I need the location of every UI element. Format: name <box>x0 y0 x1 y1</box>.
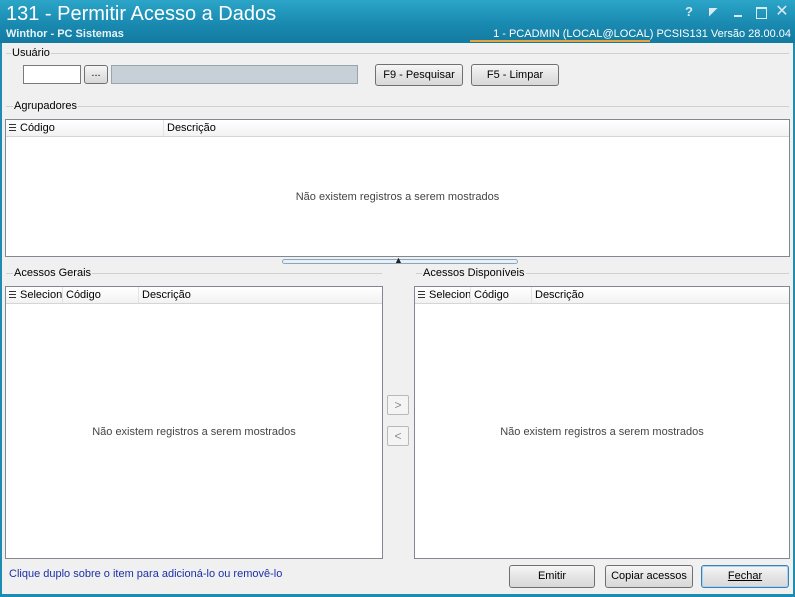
clear-button[interactable]: F5 - Limpar <box>471 64 559 86</box>
acessos-disponiveis-col-descricao[interactable]: Descrição <box>532 287 789 303</box>
restore-icon <box>708 8 718 17</box>
agrupadores-group-label: Agrupadores <box>13 100 78 112</box>
add-access-button[interactable]: > <box>387 395 409 415</box>
acessos-disponiveis-col-codigo[interactable]: Código <box>471 287 532 303</box>
close-button[interactable]: ✕ <box>773 3 791 21</box>
acessos-gerais-empty-message: Não existem registros a serem mostrados <box>92 426 296 438</box>
acessos-disponiveis-col-selecionado[interactable]: Selecionado <box>415 287 471 303</box>
help-button[interactable]: ? <box>680 3 698 21</box>
acessos-disponiveis-empty-message: Não existem registros a serem mostrados <box>500 426 704 438</box>
app-window: 131 - Permitir Acesso a Dados Winthor - … <box>0 0 795 597</box>
usuario-group-line <box>6 53 789 54</box>
acessos-gerais-col-selecionado[interactable]: Selecionado <box>6 287 63 303</box>
acessos-gerais-col-codigo[interactable]: Código <box>63 287 139 303</box>
user-name-field <box>111 65 358 84</box>
remove-access-button[interactable]: < <box>387 426 409 446</box>
emitir-button[interactable]: Emitir <box>509 565 595 588</box>
agrupadores-grid[interactable]: Código Descrição Não existem registros a… <box>5 119 790 257</box>
maximize-icon <box>755 7 767 19</box>
fechar-button[interactable]: Fechar <box>701 565 789 588</box>
column-chooser-icon[interactable] <box>9 291 16 299</box>
acessos-disponiveis-grid-header: Selecionado Código Descrição <box>415 287 789 304</box>
minimize-button[interactable] <box>729 3 747 21</box>
maximize-button[interactable] <box>752 3 770 21</box>
agrupadores-grid-header: Código Descrição <box>6 120 789 137</box>
panel-splitter[interactable]: ▲ <box>282 255 518 265</box>
collapse-up-icon: ▲ <box>394 255 403 265</box>
agrupadores-col-descricao[interactable]: Descrição <box>164 120 789 136</box>
acessos-gerais-col-descricao[interactable]: Descrição <box>139 287 382 303</box>
acessos-gerais-grid[interactable]: Selecionado Código Descrição Não existem… <box>5 286 383 559</box>
window-subtitle: Winthor - PC Sistemas <box>6 28 124 40</box>
agrupadores-empty-message: Não existem registros a serem mostrados <box>295 191 500 203</box>
title-bar[interactable]: 131 - Permitir Acesso a Dados Winthor - … <box>0 0 795 43</box>
column-chooser-icon[interactable] <box>418 291 425 299</box>
session-info: 1 - PCADMIN (LOCAL@LOCAL) PCSIS131 Versã… <box>493 28 791 40</box>
search-button[interactable]: F9 - Pesquisar <box>375 64 463 86</box>
accent-line <box>470 40 650 42</box>
copiar-acessos-button[interactable]: Copiar acessos <box>605 565 693 588</box>
hint-text: Clique duplo sobre o item para adicioná-… <box>9 568 283 580</box>
usuario-group-label: Usuário <box>11 47 51 59</box>
acessos-gerais-grid-header: Selecionado Código Descrição <box>6 287 382 304</box>
acessos-disponiveis-grid[interactable]: Selecionado Código Descrição Não existem… <box>414 286 790 559</box>
user-code-input[interactable] <box>23 65 81 84</box>
browse-user-button[interactable]: ... <box>84 65 108 84</box>
window-title: 131 - Permitir Acesso a Dados <box>6 3 277 25</box>
acessos-gerais-group-label: Acessos Gerais <box>13 267 93 279</box>
agrupadores-col-codigo[interactable]: Código <box>6 120 164 136</box>
client-area: Usuário ... F9 - Pesquisar F5 - Limpar A… <box>2 43 793 594</box>
agrupadores-group-line <box>6 106 789 107</box>
column-chooser-icon[interactable] <box>9 124 16 132</box>
acessos-disponiveis-group-label: Acessos Disponíveis <box>422 267 526 279</box>
minimize-icon <box>734 15 742 17</box>
restore-button[interactable] <box>704 3 722 21</box>
